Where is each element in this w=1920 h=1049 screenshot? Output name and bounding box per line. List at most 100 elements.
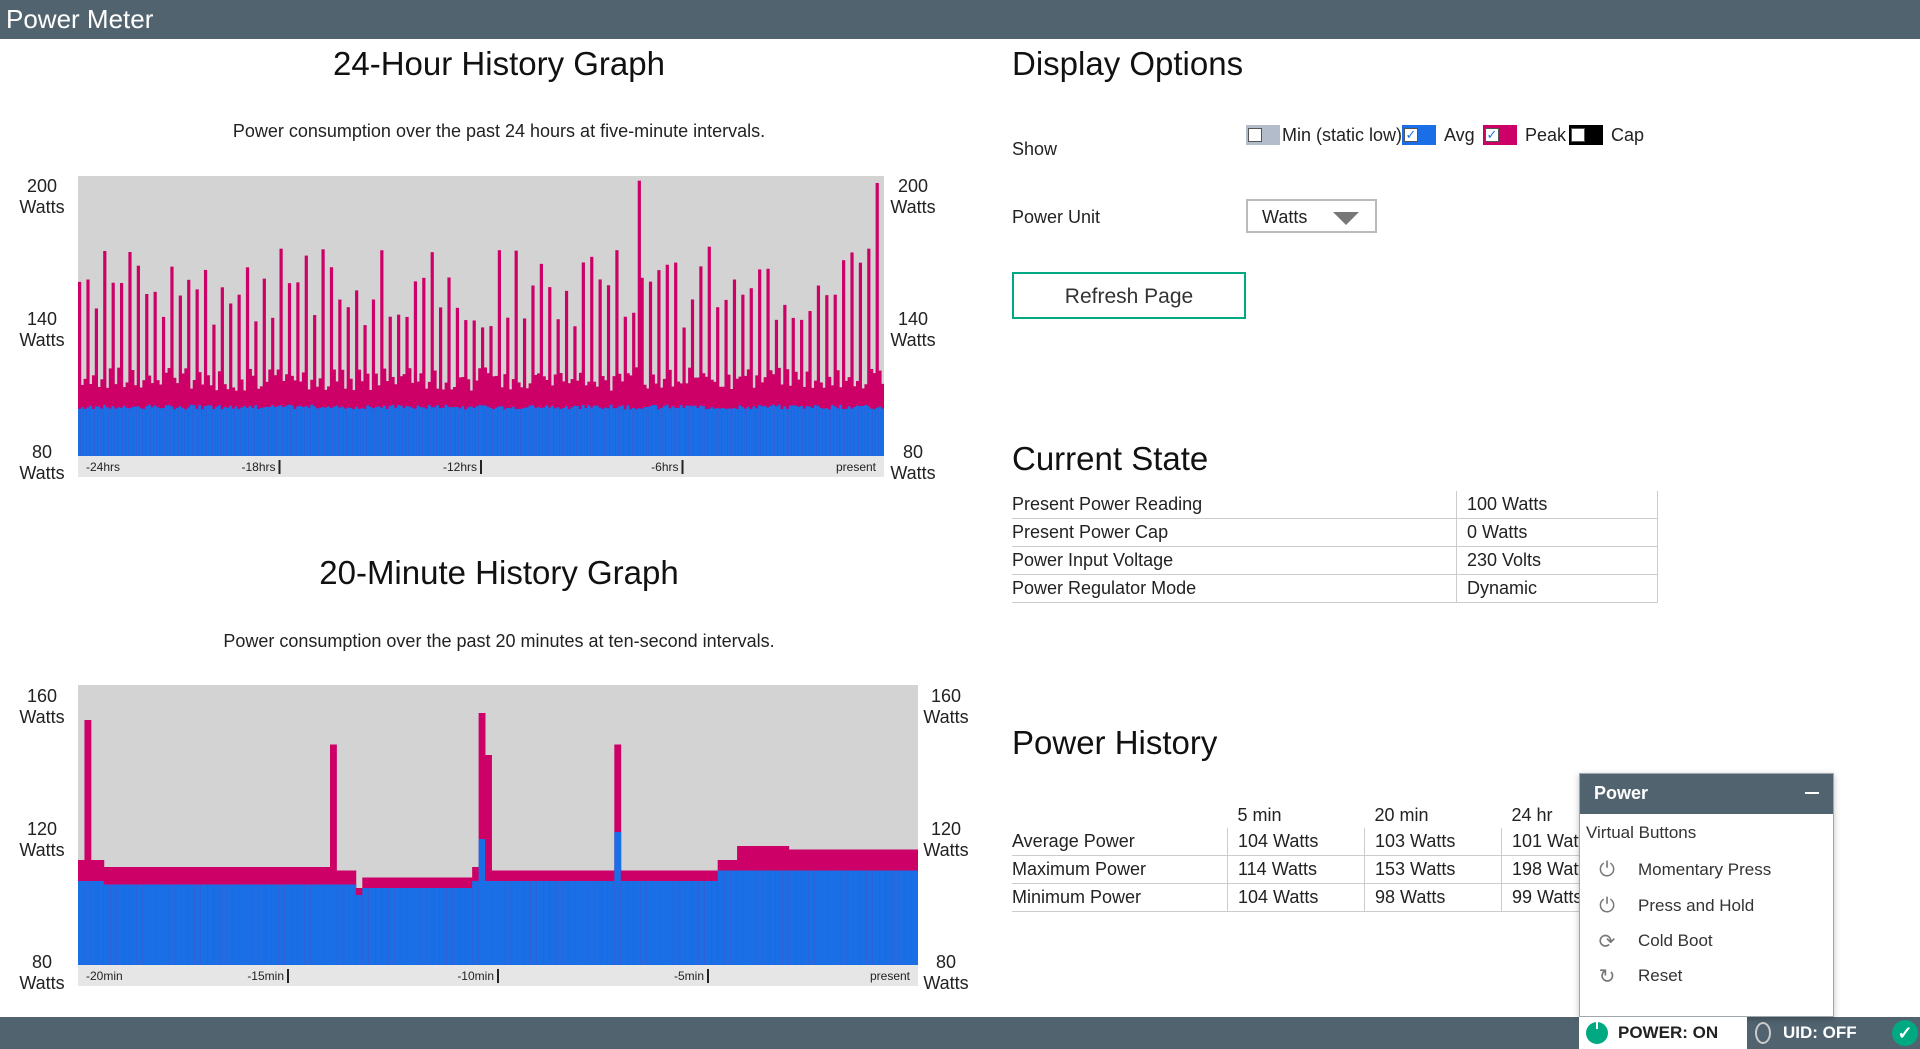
bar-avg bbox=[469, 406, 474, 456]
bar-avg bbox=[489, 407, 493, 456]
checkbox-cap-box[interactable] bbox=[1571, 128, 1585, 142]
history-value: 103 Watts bbox=[1364, 828, 1502, 856]
checkbox-avg[interactable]: ✓ Avg bbox=[1402, 124, 1475, 146]
checkbox-min-box[interactable] bbox=[1248, 128, 1262, 142]
cold-boot-button[interactable]: ⟳ Cold Boot bbox=[1594, 927, 1713, 955]
bar-avg bbox=[229, 405, 233, 456]
checkbox-min[interactable]: Min (static low) bbox=[1246, 124, 1402, 146]
current-state-title: Current State bbox=[1012, 440, 1209, 477]
power-unit-select[interactable]: Watts bbox=[1246, 199, 1377, 233]
bar-avg bbox=[257, 409, 261, 456]
graph20-ylabel-mid-right: 120 Watts bbox=[923, 819, 969, 860]
bar-avg bbox=[125, 407, 129, 456]
history-value: 98 Watts bbox=[1364, 883, 1502, 912]
history-col-5min: 5 min bbox=[1237, 804, 1282, 825]
bar-avg bbox=[905, 870, 912, 965]
bar-avg bbox=[875, 407, 879, 456]
bar-avg bbox=[234, 406, 238, 456]
bar-avg bbox=[730, 870, 738, 965]
graph24-subtitle: Power consumption over the past 24 hours… bbox=[232, 121, 766, 141]
bar-avg bbox=[791, 405, 795, 456]
bar-avg bbox=[553, 408, 557, 456]
bar-avg bbox=[297, 884, 305, 965]
bar-avg bbox=[707, 408, 711, 456]
bar-avg bbox=[411, 407, 415, 456]
bar-avg bbox=[834, 870, 841, 965]
bar-avg bbox=[724, 870, 732, 965]
bar-avg bbox=[416, 405, 420, 456]
bar-avg bbox=[323, 884, 331, 965]
bar-avg bbox=[433, 407, 437, 456]
history-col-20min: 20 min bbox=[1374, 804, 1429, 825]
bar-avg bbox=[704, 881, 712, 965]
bar-avg bbox=[273, 407, 278, 456]
bar-avg bbox=[259, 407, 264, 456]
uid-status[interactable]: UID: OFF bbox=[1751, 1017, 1881, 1049]
bar-avg bbox=[699, 405, 703, 456]
bar-avg bbox=[539, 408, 543, 456]
power-status[interactable]: POWER: ON bbox=[1579, 1017, 1747, 1049]
bar-avg bbox=[233, 884, 240, 965]
bar-avg bbox=[252, 884, 260, 965]
bar-avg bbox=[388, 888, 396, 965]
bar-avg bbox=[696, 407, 700, 456]
bar-avg bbox=[139, 408, 143, 456]
power-unit-label: Power Unit bbox=[1012, 207, 1101, 227]
bar-avg bbox=[419, 406, 423, 456]
health-ok-icon[interactable]: ✓ bbox=[1892, 1020, 1918, 1046]
bar-avg bbox=[911, 870, 918, 965]
checkbox-peak-box[interactable]: ✓ bbox=[1485, 128, 1499, 142]
bar-avg bbox=[828, 409, 832, 456]
bar-avg bbox=[864, 404, 868, 456]
bar-avg bbox=[536, 881, 544, 965]
checkbox-avg-box[interactable]: ✓ bbox=[1404, 128, 1418, 142]
bar-avg bbox=[506, 407, 510, 456]
bar-avg bbox=[94, 406, 98, 456]
bar-avg bbox=[646, 407, 650, 456]
bar-avg bbox=[795, 870, 803, 965]
bar-avg bbox=[581, 404, 585, 456]
bar-avg bbox=[276, 406, 280, 456]
bar-avg bbox=[827, 870, 835, 965]
bar-avg bbox=[569, 881, 576, 965]
virtual-buttons-label: Virtual Buttons bbox=[1586, 823, 1697, 842]
bar-avg bbox=[797, 406, 801, 456]
bar-avg bbox=[237, 408, 241, 456]
x-tick-label: -10min bbox=[457, 969, 494, 983]
press-and-hold-button[interactable]: ⏻ Press and Hold bbox=[1594, 892, 1754, 920]
bar-avg bbox=[648, 406, 653, 456]
bar-avg bbox=[362, 888, 370, 965]
bar-avg bbox=[100, 408, 104, 456]
bar-avg bbox=[220, 884, 228, 965]
history-key: Maximum Power bbox=[1012, 855, 1228, 884]
bar-avg bbox=[258, 884, 266, 965]
bar-avg bbox=[498, 881, 505, 965]
bar-avg bbox=[520, 408, 524, 456]
bar-avg bbox=[310, 884, 318, 965]
reset-button[interactable]: ↻ Reset bbox=[1594, 962, 1683, 990]
bar-avg bbox=[881, 408, 884, 456]
bar-avg bbox=[735, 408, 739, 456]
history-key: Average Power bbox=[1012, 828, 1228, 856]
power-icon: ⏻ bbox=[1599, 858, 1615, 881]
bar-avg bbox=[870, 408, 874, 456]
checkbox-peak[interactable]: ✓ Peak bbox=[1483, 124, 1566, 146]
bar-avg bbox=[278, 884, 286, 965]
bar-avg bbox=[671, 406, 675, 456]
x-tick-label: -6hrs bbox=[651, 460, 678, 474]
bar-avg bbox=[215, 406, 219, 456]
bar-avg bbox=[782, 870, 790, 965]
bar-avg bbox=[646, 881, 654, 965]
refresh-page-button[interactable]: Refresh Page bbox=[1012, 272, 1246, 319]
bar-avg bbox=[105, 407, 110, 456]
bar-avg bbox=[866, 870, 874, 965]
bar-avg bbox=[119, 407, 124, 456]
bar-avg bbox=[858, 406, 863, 456]
bar-avg bbox=[399, 405, 404, 456]
bar-avg bbox=[391, 404, 395, 456]
minimize-icon[interactable] bbox=[1805, 792, 1819, 794]
bar-avg bbox=[192, 405, 196, 456]
checkbox-cap[interactable]: Cap bbox=[1569, 124, 1644, 146]
momentary-press-button[interactable]: ⏻ Momentary Press bbox=[1594, 856, 1771, 884]
bar-avg bbox=[676, 408, 681, 456]
